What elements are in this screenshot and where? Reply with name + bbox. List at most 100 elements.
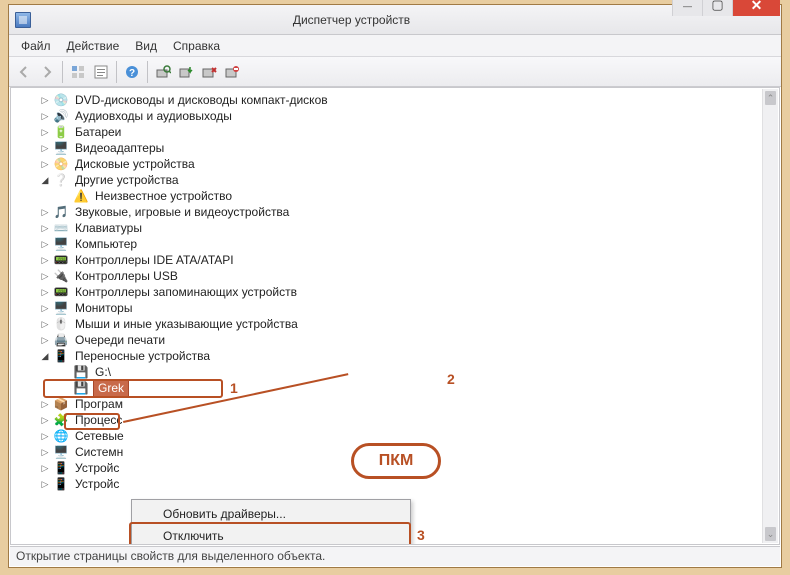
properties-icon (93, 64, 109, 80)
caret-icon: ▷ (39, 334, 51, 346)
caret-icon: ▷ (39, 302, 51, 314)
context-update-drivers[interactable]: Обновить драйверы... (135, 503, 407, 525)
properties-button[interactable] (90, 61, 112, 83)
tree-item[interactable]: 💾G:\ (19, 364, 775, 380)
back-icon (16, 64, 32, 80)
caret-icon: ▷ (39, 430, 51, 442)
network-icon: 🌐 (53, 428, 69, 444)
uninstall-button[interactable] (221, 61, 243, 83)
back-button[interactable] (13, 61, 35, 83)
sound-icon: 🎵 (53, 204, 69, 220)
display-adapter-icon: 🖥️ (53, 140, 69, 156)
tree-item[interactable]: ▷🔋Батареи (19, 124, 775, 140)
caret-icon: ▷ (39, 94, 51, 106)
tree-item[interactable]: ▷📦Програм (19, 396, 775, 412)
tree-item-expanded[interactable]: ◢❔Другие устройства (19, 172, 775, 188)
close-button[interactable] (732, 0, 780, 16)
window-title: Диспетчер устройств (31, 13, 672, 27)
context-disable[interactable]: Отключить (135, 525, 407, 545)
tree-item[interactable]: ▷💿DVD-дисководы и дисководы компакт-диск… (19, 92, 775, 108)
tree-item[interactable]: ▷🖨️Очереди печати (19, 332, 775, 348)
caret-icon: ▷ (39, 254, 51, 266)
tree-item[interactable]: ▷🔊Аудиовходы и аудиовыходы (19, 108, 775, 124)
drive-icon: 💾 (73, 364, 89, 380)
monitor-icon: 🖥️ (53, 300, 69, 316)
caret-icon: ▷ (39, 318, 51, 330)
device-tree: ▷💿DVD-дисководы и дисководы компакт-диск… (11, 88, 779, 496)
disk-icon: 📀 (53, 156, 69, 172)
caret-icon: ▷ (39, 126, 51, 138)
caret-icon: ▷ (39, 446, 51, 458)
tree-item[interactable]: ▷📟Контроллеры запоминающих устройств (19, 284, 775, 300)
tree-item[interactable]: ▷🖥️Системн (19, 444, 775, 460)
caret-icon: ▷ (39, 142, 51, 154)
tree-item[interactable]: ▷📟Контроллеры IDE ATA/ATAPI (19, 252, 775, 268)
printer-icon: 🖨️ (53, 332, 69, 348)
tree-item[interactable]: ▷🖥️Компьютер (19, 236, 775, 252)
window-buttons (672, 0, 780, 15)
app-icon (15, 12, 31, 28)
minimize-button[interactable] (672, 0, 702, 16)
caret-icon: ▷ (39, 110, 51, 122)
caret-icon: ▷ (39, 414, 51, 426)
tree-item[interactable]: ▷📀Дисковые устройства (19, 156, 775, 172)
tree-item[interactable]: ▷🌐Сетевые (19, 428, 775, 444)
system-icon: 🖥️ (53, 444, 69, 460)
tree-item[interactable]: ▷⌨️Клавиатуры (19, 220, 775, 236)
window-frame: Диспетчер устройств Файл Действие Вид Сп… (8, 4, 782, 568)
tree-item[interactable]: ▷🎵Звуковые, игровые и видеоустройства (19, 204, 775, 220)
hid-icon: 📱 (53, 476, 69, 492)
content-area: ▷💿DVD-дисководы и дисководы компакт-диск… (10, 87, 780, 545)
menu-action[interactable]: Действие (59, 36, 128, 56)
menu-view[interactable]: Вид (127, 36, 165, 56)
tree-item-selected[interactable]: 💾Grek (19, 380, 775, 396)
forward-icon (39, 64, 55, 80)
caret-expanded-icon: ◢ (39, 174, 51, 186)
forward-button[interactable] (36, 61, 58, 83)
tree-item[interactable]: ▷🖱️Мыши и иные указывающие устройства (19, 316, 775, 332)
computer-icon: 🖥️ (53, 236, 69, 252)
processor-icon: 🧩 (53, 412, 69, 428)
tree-item-expanded[interactable]: ◢📱Переносные устройства (19, 348, 775, 364)
disable-icon (201, 64, 217, 80)
ide-icon: 📟 (53, 252, 69, 268)
toolbar-separator (147, 61, 148, 83)
keyboard-icon: ⌨️ (53, 220, 69, 236)
help-icon: ? (124, 64, 140, 80)
caret-icon: ▷ (39, 286, 51, 298)
menu-file[interactable]: Файл (13, 36, 59, 56)
tree-item[interactable]: ▷🧩Процесс (19, 412, 775, 428)
maximize-button[interactable] (702, 0, 732, 16)
tree-item[interactable]: ▷🖥️Видеоадаптеры (19, 140, 775, 156)
drive-icon: 💾 (73, 380, 89, 396)
tree-icon (70, 64, 86, 80)
tree-item[interactable]: ▷🖥️Мониторы (19, 300, 775, 316)
portable-device-icon: 📱 (53, 348, 69, 364)
tree-item[interactable]: ▷🔌Контроллеры USB (19, 268, 775, 284)
scan-icon (155, 64, 171, 80)
caret-icon: ▷ (39, 206, 51, 218)
tree-item[interactable]: ⚠️Неизвестное устройство (19, 188, 775, 204)
caret-icon: ▷ (39, 158, 51, 170)
caret-icon: ▷ (39, 462, 51, 474)
disable-button[interactable] (198, 61, 220, 83)
statusbar: Открытие страницы свойств для выделенног… (10, 546, 780, 566)
unknown-device-icon: ⚠️ (73, 188, 89, 204)
show-hidden-button[interactable] (67, 61, 89, 83)
svg-text:?: ? (129, 68, 135, 79)
tree-item[interactable]: ▷📱Устройс (19, 476, 775, 492)
audio-icon: 🔊 (53, 108, 69, 124)
menu-help[interactable]: Справка (165, 36, 228, 56)
scroll-down-button[interactable] (765, 527, 776, 541)
toolbar: ? (9, 57, 781, 87)
update-icon (178, 64, 194, 80)
tree-item[interactable]: ▷📱Устройс (19, 460, 775, 476)
uninstall-icon (224, 64, 240, 80)
dvd-icon: 💿 (53, 92, 69, 108)
help-button[interactable]: ? (121, 61, 143, 83)
caret-icon: ▷ (39, 238, 51, 250)
scan-button[interactable] (152, 61, 174, 83)
update-driver-button[interactable] (175, 61, 197, 83)
context-menu: Обновить драйверы... Отключить Удалить О… (131, 499, 411, 545)
caret-icon: ▷ (39, 270, 51, 282)
